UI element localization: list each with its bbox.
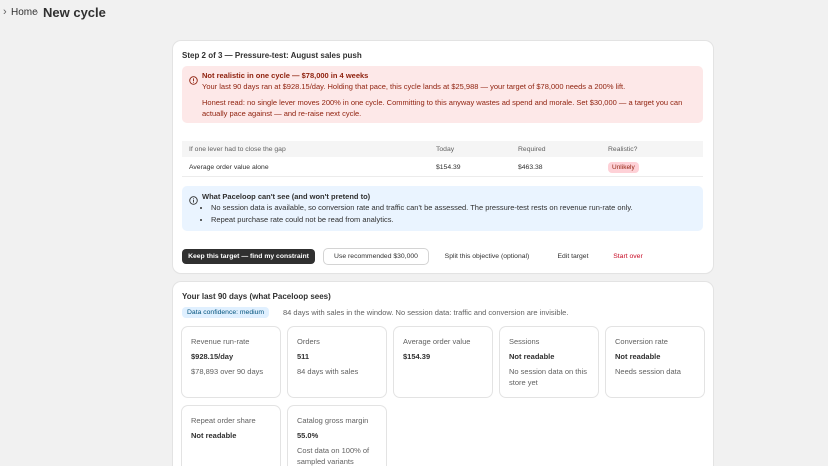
table-cell: $463.38	[518, 164, 543, 171]
critical-banner: Not realistic in one cycle — $78,000 in …	[182, 66, 703, 123]
info-list: No session data is available, so convers…	[211, 203, 633, 227]
start-over-button[interactable]: Start over	[609, 249, 647, 264]
info-heading: What Paceloop can't see (and won't prete…	[202, 192, 371, 201]
metric-value: Not readable	[191, 431, 237, 440]
page-header: › Home › New cycle	[0, 0, 828, 26]
table-cell: $154.39	[436, 164, 461, 171]
metric-tile-repeat: Repeat order share Not readable	[182, 406, 280, 466]
metric-label: Catalog gross margin	[297, 416, 369, 425]
alert-circle-icon	[189, 72, 198, 90]
section-title: Your last 90 days (what Paceloop sees)	[182, 292, 331, 301]
lever-table: If one lever had to close the gap Today …	[182, 141, 703, 177]
metric-label: Orders	[297, 337, 320, 346]
metric-label: Revenue run-rate	[191, 337, 250, 346]
metric-value: $154.39	[403, 352, 431, 361]
confidence-badge: Data confidence: medium	[182, 307, 270, 318]
step-heading: Step 2 of 3 — Pressure-test: August sale…	[182, 51, 362, 60]
metric-value: 511	[297, 352, 310, 361]
info-circle-icon	[189, 192, 198, 210]
use-recommended-button[interactable]: Use recommended $30,000	[324, 249, 428, 264]
metric-subtext: 84 days with sales	[297, 367, 359, 376]
info-banner: What Paceloop can't see (and won't prete…	[182, 186, 703, 231]
table-cell: Average order value alone	[189, 164, 269, 171]
metric-label: Conversion rate	[615, 337, 668, 346]
metric-label: Repeat order share	[191, 416, 256, 425]
metric-subtext: No session data on this store yet	[509, 367, 587, 387]
breadcrumb-home[interactable]: Home	[11, 7, 38, 18]
metric-tile-margin: Catalog gross margin 55.0% Cost data on …	[288, 406, 386, 466]
metric-tile-orders: Orders 511 84 days with sales	[288, 327, 386, 397]
metric-label: Average order value	[403, 337, 471, 346]
table-row: Average order value alone $154.39 $463.3…	[182, 157, 703, 177]
keep-target-button[interactable]: Keep this target — find my constraint	[182, 249, 315, 264]
confidence-text: 84 days with sales in the window. No ses…	[283, 308, 569, 317]
metric-value: $928.15/day	[191, 352, 234, 361]
metric-tile-sessions: Sessions Not readable No session data on…	[500, 327, 598, 397]
metric-tile-revenue: Revenue run-rate $928.15/day $78,893 ove…	[182, 327, 280, 397]
table-header: If one lever had to close the gap Today …	[182, 141, 703, 157]
column-header: Required	[518, 146, 546, 153]
status-badge: Unlikely	[608, 162, 639, 173]
metric-value: Not readable	[509, 352, 555, 361]
metric-subtext: Needs session data	[615, 367, 681, 376]
metric-subtext: $78,893 over 90 days	[191, 367, 264, 376]
metric-subtext: Cost data on 100% of sampled variants	[297, 446, 370, 466]
edit-target-button[interactable]: Edit target	[553, 249, 593, 264]
split-objective-button[interactable]: Split this objective (optional)	[439, 249, 535, 264]
column-header: Realistic?	[608, 146, 638, 153]
chevron-left-icon[interactable]: ›	[3, 6, 7, 18]
metric-value: 55.0%	[297, 431, 319, 440]
metric-tile-aov: Average order value $154.39	[394, 327, 492, 397]
page-title: New cycle	[43, 5, 106, 20]
summary-card: Your last 90 days (what Paceloop sees) D…	[173, 282, 713, 466]
column-header: If one lever had to close the gap	[189, 146, 286, 153]
metric-value: Not readable	[615, 352, 661, 361]
banner-heading: Not realistic in one cycle — $78,000 in …	[202, 71, 369, 80]
pressure-test-card: Step 2 of 3 — Pressure-test: August sale…	[173, 41, 713, 273]
list-item: No session data is available, so convers…	[211, 203, 633, 215]
banner-text: Honest read: no single lever moves 200% …	[202, 98, 683, 118]
breadcrumb-separator: ›	[35, 7, 39, 18]
metric-label: Sessions	[509, 337, 540, 346]
list-item: Repeat purchase rate could not be read f…	[211, 215, 633, 227]
banner-text: Your last 90 days ran at $928.15/day. Ho…	[202, 82, 626, 91]
column-header: Today	[436, 146, 455, 153]
metric-tile-conversion: Conversion rate Not readable Needs sessi…	[606, 327, 704, 397]
